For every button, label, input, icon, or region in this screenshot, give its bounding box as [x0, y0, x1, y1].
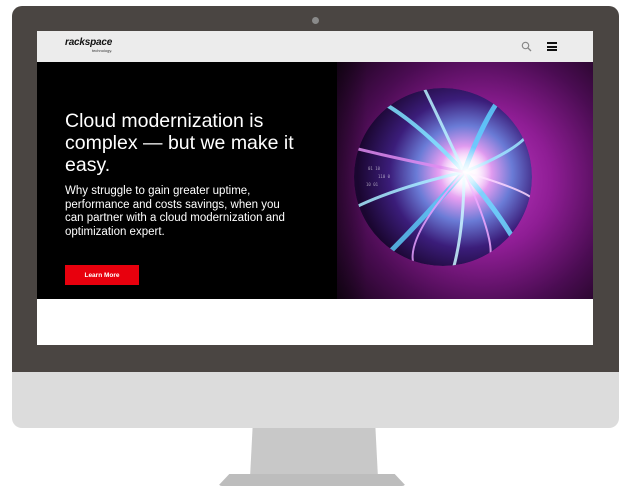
learn-more-button[interactable]: Learn More — [65, 265, 139, 285]
webcam-icon — [312, 17, 319, 24]
svg-text:01 10: 01 10 — [368, 166, 381, 171]
monitor-chin — [12, 372, 619, 428]
svg-text:110 0: 110 0 — [378, 174, 391, 179]
hero-description: Why struggle to gain greater uptime, per… — [65, 185, 285, 238]
hamburger-menu-icon[interactable] — [547, 42, 557, 51]
browser-screen: rackspace technology. 01 10 110 0 10 01 … — [37, 31, 593, 345]
site-header: rackspace technology. — [37, 31, 593, 62]
svg-text:10 01: 10 01 — [366, 182, 379, 187]
logo-tagline: technology. — [91, 48, 113, 53]
tunnel-image: 01 10 110 0 10 01 — [354, 88, 532, 266]
logo-wordmark: rackspace — [65, 37, 113, 48]
hero-banner: 01 10 110 0 10 01 Cloud modernization is… — [37, 62, 593, 299]
rackspace-logo[interactable]: rackspace technology. — [65, 37, 113, 54]
monitor-stand-neck — [250, 428, 378, 478]
hero-title: Cloud modernization is complex — but we … — [65, 110, 294, 176]
monitor-mockup: rackspace technology. 01 10 110 0 10 01 … — [0, 0, 623, 488]
search-icon[interactable] — [521, 41, 532, 52]
monitor-stand-base — [218, 474, 406, 486]
light-speed-tunnel-orb: 01 10 110 0 10 01 — [354, 88, 532, 266]
content-area — [37, 299, 593, 345]
